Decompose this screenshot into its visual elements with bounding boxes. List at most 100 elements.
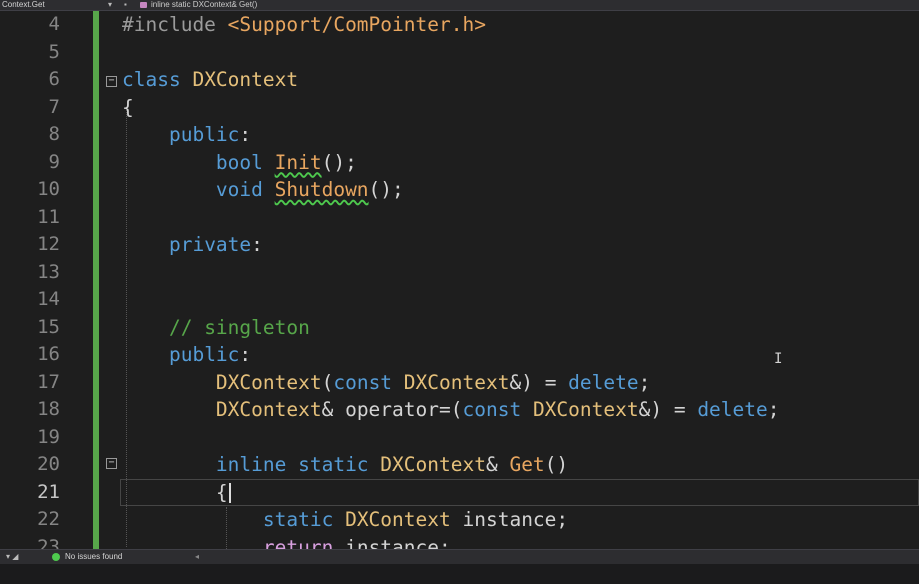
token-identifier: instance; [450, 508, 569, 531]
code-text[interactable]: public: [122, 341, 251, 369]
code-text[interactable]: return instance; [122, 534, 451, 550]
line-number: 5 [48, 40, 60, 63]
code-text[interactable]: class DXContext [122, 66, 298, 94]
token-function: Get [509, 453, 545, 476]
line-number: 15 [37, 315, 60, 338]
token-keyword: private [168, 233, 252, 256]
code-line: 22 static DXContext instance; [0, 506, 919, 534]
text-caret [228, 483, 231, 503]
token-keyword: public [168, 343, 240, 366]
token-class-name: DXContext [345, 508, 451, 531]
token-punct: (); [368, 178, 404, 201]
member-dropdown[interactable]: inline static DXContext& Get() [140, 0, 257, 10]
bottom-panel-strip [0, 564, 919, 584]
code-line: 14 [0, 286, 919, 314]
chevron-left-icon[interactable]: ◂ [195, 550, 199, 564]
line-number: 9 [48, 150, 60, 173]
code-text[interactable]: { [122, 479, 231, 507]
code-line: 18 DXContext& operator=(const DXContext&… [0, 396, 919, 424]
code-line: 10 void Shutdown(); [0, 176, 919, 204]
token-keyword: const [333, 370, 404, 394]
token-punct: : [239, 343, 252, 366]
line-number: 19 [37, 425, 60, 448]
line-number: 23 [37, 535, 60, 550]
code-line: 5 [0, 39, 919, 67]
code-line: 4 #include <Support/ComPointer.h> [0, 11, 919, 39]
line-number: 20 [37, 453, 60, 475]
token-keyword: delete [568, 370, 639, 394]
code-line: 19 [0, 424, 919, 452]
code-line: 6 class DXContext [0, 66, 919, 94]
token-include-path: <Support/ComPointer.h> [227, 13, 486, 36]
line-number: 10 [37, 178, 60, 200]
code-line: 9 bool Init(); [0, 149, 919, 177]
code-editor[interactable]: − − 4 #include <Support/ComPointer.h> 5 … [0, 11, 919, 549]
code-line: 7 { [0, 94, 919, 122]
token-keyword: bool [215, 150, 275, 174]
line-number: 18 [37, 398, 60, 420]
token-punct: &) = [509, 370, 569, 394]
token-function: Shutdown [274, 178, 369, 201]
token-punct: ; [638, 370, 651, 394]
token-class-name: DXContext [215, 398, 322, 421]
token-comment: // singleton [168, 315, 310, 339]
token-brace: { [215, 480, 228, 504]
scope-dropdown[interactable]: Context.Get [2, 0, 45, 10]
token-class-name: DXContext [403, 370, 510, 394]
navigation-bar: Context.Get ▾ ▪ inline static DXContext&… [0, 0, 919, 11]
code-text[interactable]: void Shutdown(); [122, 176, 404, 204]
code-text[interactable]: DXContext(const DXContext&) = delete; [122, 369, 650, 397]
token-identifier: instance; [333, 535, 451, 550]
code-text[interactable]: { [122, 94, 134, 122]
method-icon [140, 1, 147, 8]
token-punct: (); [321, 150, 357, 174]
token-keyword: void [215, 178, 275, 201]
token-keyword: delete [697, 398, 768, 421]
code-text[interactable]: DXContext& operator=(const DXContext&) =… [122, 396, 780, 424]
token-keyword: return [262, 535, 334, 550]
token-class-name: DXContext [215, 370, 322, 394]
token-keyword: static [262, 508, 346, 531]
line-number: 6 [48, 68, 60, 90]
mouse-ibeam-cursor-icon: I [774, 351, 783, 367]
code-text[interactable]: private: [122, 231, 263, 259]
editor-status-bar: ▾ ◢ No issues found ◂ [0, 549, 919, 564]
line-number: 21 [37, 480, 60, 503]
code-text[interactable]: static DXContext instance; [122, 506, 568, 534]
issues-status[interactable]: No issues found [65, 550, 122, 564]
line-number: 8 [48, 123, 60, 145]
line-number: 13 [37, 260, 60, 283]
token-punct: ( [321, 370, 334, 394]
token-keyword: const [462, 398, 533, 421]
chevron-down-icon[interactable]: ▾ [108, 0, 112, 10]
code-text[interactable]: #include <Support/ComPointer.h> [122, 11, 486, 39]
code-line: 13 [0, 259, 919, 287]
line-number: 7 [48, 95, 60, 118]
token-punct: ; [767, 398, 780, 421]
token-punct: : [251, 233, 263, 256]
code-line: 17 DXContext(const DXContext&) = delete; [0, 369, 919, 397]
token-preprocessor: #include [122, 13, 228, 36]
line-number: 17 [37, 370, 60, 393]
code-line: 20 inline static DXContext& Get() [0, 451, 919, 479]
code-line: 8 public: [0, 121, 919, 149]
zoom-dropdown-icon[interactable]: ▾ ◢ [6, 551, 18, 563]
token-punct: & [321, 398, 346, 421]
token-class-name: DXContext [532, 398, 639, 421]
line-number: 22 [37, 508, 60, 530]
code-text[interactable]: public: [122, 121, 251, 149]
token-punct: : [239, 123, 252, 146]
line-number: 14 [37, 288, 60, 310]
code-line: 23 return instance; [0, 534, 919, 550]
code-text[interactable]: inline static DXContext& Get() [122, 451, 568, 479]
code-text[interactable]: // singleton [122, 314, 310, 342]
token-punct: () [544, 453, 569, 476]
token-class-name: DXContext [192, 68, 299, 91]
token-punct: & [485, 453, 510, 476]
code-text[interactable]: bool Init(); [122, 149, 357, 177]
split-icon[interactable]: ▪ [124, 0, 127, 10]
code-line: 11 [0, 204, 919, 232]
check-circle-icon [52, 553, 60, 561]
token-function: Init [274, 150, 322, 174]
code-line: 15 // singleton [0, 314, 919, 342]
